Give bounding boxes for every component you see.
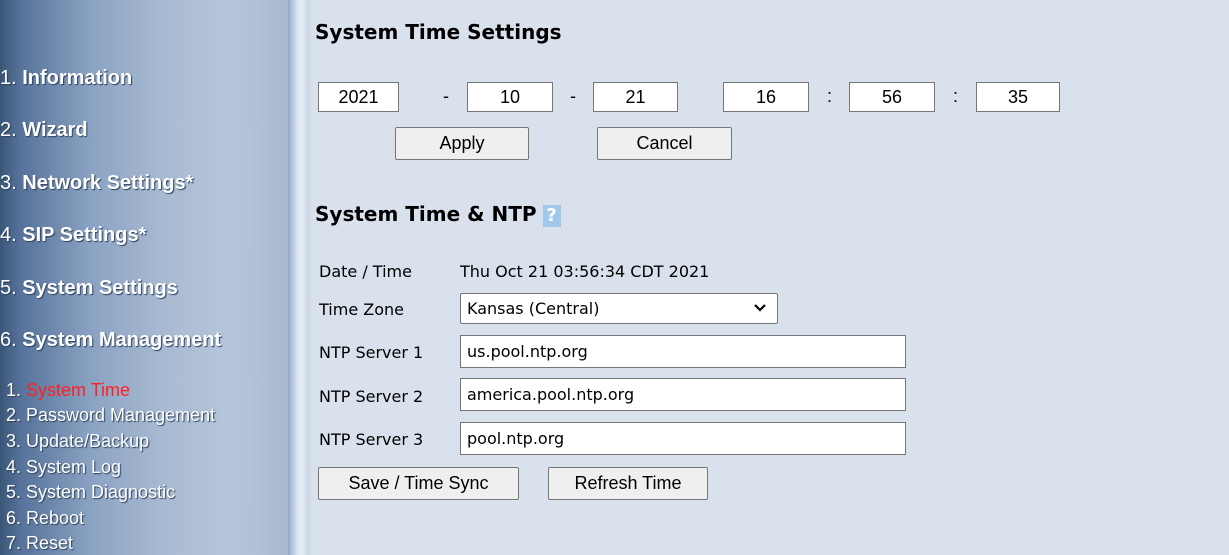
subnav-label: System Diagnostic xyxy=(26,482,176,502)
time-zone-select[interactable]: Kansas (Central) xyxy=(460,293,778,324)
nav-number: 4. xyxy=(0,224,23,246)
nav-item-system-management[interactable]: 6. System Management xyxy=(0,329,221,352)
save-time-sync-button[interactable]: Save / Time Sync xyxy=(318,467,519,500)
subnav-item-system-time[interactable]: 1. System Time xyxy=(6,380,130,401)
subnav-item-password-management[interactable]: 2. Password Management xyxy=(6,405,215,426)
help-icon[interactable]: ? xyxy=(542,204,561,227)
subnav-number: 4. xyxy=(6,457,27,477)
date-separator: - xyxy=(443,86,449,106)
subnav-item-update-backup[interactable]: 3. Update/Backup xyxy=(6,431,149,452)
ntp-server-3-label: NTP Server 3 xyxy=(319,430,424,449)
subnav-number: 2. xyxy=(6,405,27,425)
apply-button[interactable]: Apply xyxy=(395,127,529,160)
cancel-button[interactable]: Cancel xyxy=(597,127,732,160)
sidebar-nav: 1. Information 2. Wizard 3. Network Sett… xyxy=(0,0,288,555)
nav-item-sip-settings[interactable]: 4. SIP Settings* xyxy=(0,224,146,247)
subnav-label: System Time xyxy=(26,380,131,400)
ntp-heading: System Time & NTP? xyxy=(315,202,561,227)
ntp-heading-text: System Time & NTP xyxy=(315,202,537,226)
nav-label: Wizard xyxy=(22,119,88,141)
date-separator: - xyxy=(570,86,576,106)
nav-label: SIP Settings* xyxy=(22,224,147,246)
nav-number: 3. xyxy=(0,172,23,194)
time-zone-selected-value: Kansas (Central) xyxy=(467,299,600,318)
nav-label: Network Settings* xyxy=(22,172,194,194)
subnav-number: 7. xyxy=(6,533,27,553)
time-separator: : xyxy=(953,86,959,106)
nav-number: 6. xyxy=(0,329,23,351)
subnav-item-reset[interactable]: 7. Reset xyxy=(6,533,73,554)
nav-item-wizard[interactable]: 2. Wizard xyxy=(0,119,88,142)
subnav-number: 6. xyxy=(6,508,27,528)
second-input[interactable] xyxy=(976,82,1060,112)
nav-item-system-settings[interactable]: 5. System Settings xyxy=(0,277,178,300)
day-input[interactable] xyxy=(593,82,678,112)
time-separator: : xyxy=(827,86,833,106)
refresh-time-button[interactable]: Refresh Time xyxy=(548,467,708,500)
ntp-server-2-input[interactable] xyxy=(460,378,906,411)
subnav-number: 3. xyxy=(6,431,27,451)
subnav-label: Update/Backup xyxy=(26,431,150,451)
subnav-label: System Log xyxy=(26,457,122,477)
minute-input[interactable] xyxy=(849,82,935,112)
year-input[interactable] xyxy=(318,82,399,112)
nav-number: 1. xyxy=(0,67,23,89)
ntp-server-3-input[interactable] xyxy=(460,422,906,455)
nav-item-network-settings[interactable]: 3. Network Settings* xyxy=(0,172,193,195)
subnav-label: Reboot xyxy=(26,508,85,528)
nav-number: 5. xyxy=(0,277,23,299)
subnav-number: 5. xyxy=(6,482,27,502)
ntp-server-2-label: NTP Server 2 xyxy=(319,387,424,406)
date-time-label: Date / Time xyxy=(319,262,412,281)
system-time-heading: System Time Settings xyxy=(315,20,562,44)
time-zone-label: Time Zone xyxy=(319,300,404,319)
subnav-number: 1. xyxy=(6,380,27,400)
subnav-item-system-diagnostic[interactable]: 5. System Diagnostic xyxy=(6,482,175,503)
nav-number: 2. xyxy=(0,119,23,141)
nav-label: System Management xyxy=(22,329,222,351)
sidebar-divider xyxy=(288,0,312,555)
subnav-label: Reset xyxy=(26,533,74,553)
hour-input[interactable] xyxy=(723,82,809,112)
subnav-label: Password Management xyxy=(26,405,216,425)
date-time-value: Thu Oct 21 03:56:34 CDT 2021 xyxy=(460,262,710,281)
ntp-server-1-label: NTP Server 1 xyxy=(319,343,424,362)
ntp-server-1-input[interactable] xyxy=(460,335,906,368)
nav-label: System Settings xyxy=(22,277,178,299)
chevron-down-icon xyxy=(753,294,767,332)
nav-item-information[interactable]: 1. Information xyxy=(0,67,132,90)
nav-label: Information xyxy=(22,67,133,89)
month-input[interactable] xyxy=(467,82,553,112)
subnav-item-reboot[interactable]: 6. Reboot xyxy=(6,508,84,529)
subnav-item-system-log[interactable]: 4. System Log xyxy=(6,457,121,478)
